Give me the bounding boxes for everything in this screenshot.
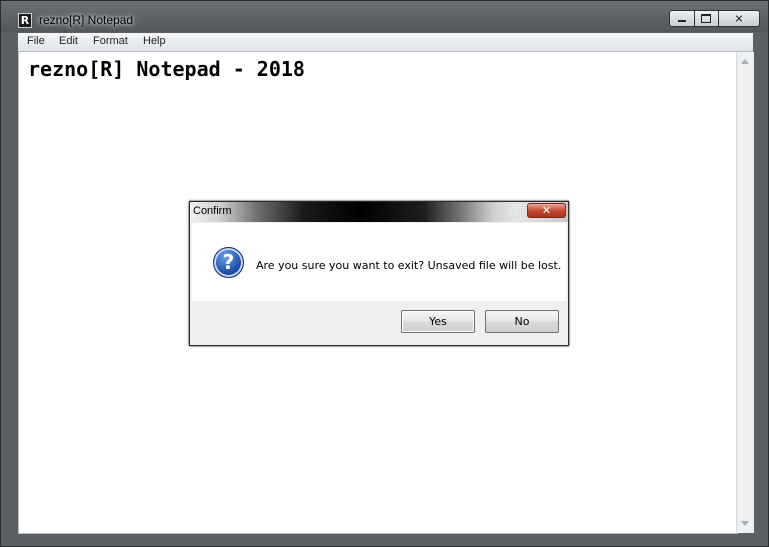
dialog-title-bar[interactable]: Confirm ✕ (190, 202, 568, 222)
maximize-button[interactable] (695, 10, 719, 27)
vertical-scrollbar[interactable] (736, 52, 754, 533)
window-title: rezno[R] Notepad (39, 13, 134, 27)
dialog-title: Confirm (193, 205, 232, 217)
close-icon: ✕ (541, 203, 552, 217)
close-button[interactable]: ✕ (719, 10, 760, 27)
question-icon: ? (213, 247, 244, 278)
maximize-icon (701, 14, 711, 23)
close-icon: ✕ (734, 12, 744, 25)
confirm-dialog: Confirm ✕ ? Are you sure you want to exi… (189, 201, 569, 346)
menu-file[interactable]: File (27, 35, 45, 47)
title-bar[interactable]: R rezno[R] Notepad ✕ (1, 1, 768, 32)
menu-format[interactable]: Format (93, 35, 128, 47)
no-button[interactable]: No (485, 310, 559, 333)
scroll-up-icon[interactable] (741, 59, 749, 64)
menu-bar: File Edit Format Help (18, 33, 753, 52)
window-controls: ✕ (669, 10, 760, 27)
minimize-button[interactable] (669, 10, 695, 27)
menu-help[interactable]: Help (143, 35, 166, 47)
dialog-body: ? Are you sure you want to exit? Unsaved… (192, 223, 566, 301)
minimize-icon (678, 20, 686, 22)
dialog-message: Are you sure you want to exit? Unsaved f… (256, 259, 562, 272)
app-icon[interactable]: R (18, 13, 32, 28)
scroll-down-icon[interactable] (741, 521, 749, 526)
menu-edit[interactable]: Edit (59, 35, 78, 47)
yes-button[interactable]: Yes (401, 310, 475, 333)
dialog-close-button[interactable]: ✕ (527, 203, 566, 218)
editor-content[interactable]: rezno[R] Notepad - 2018 (28, 57, 305, 81)
